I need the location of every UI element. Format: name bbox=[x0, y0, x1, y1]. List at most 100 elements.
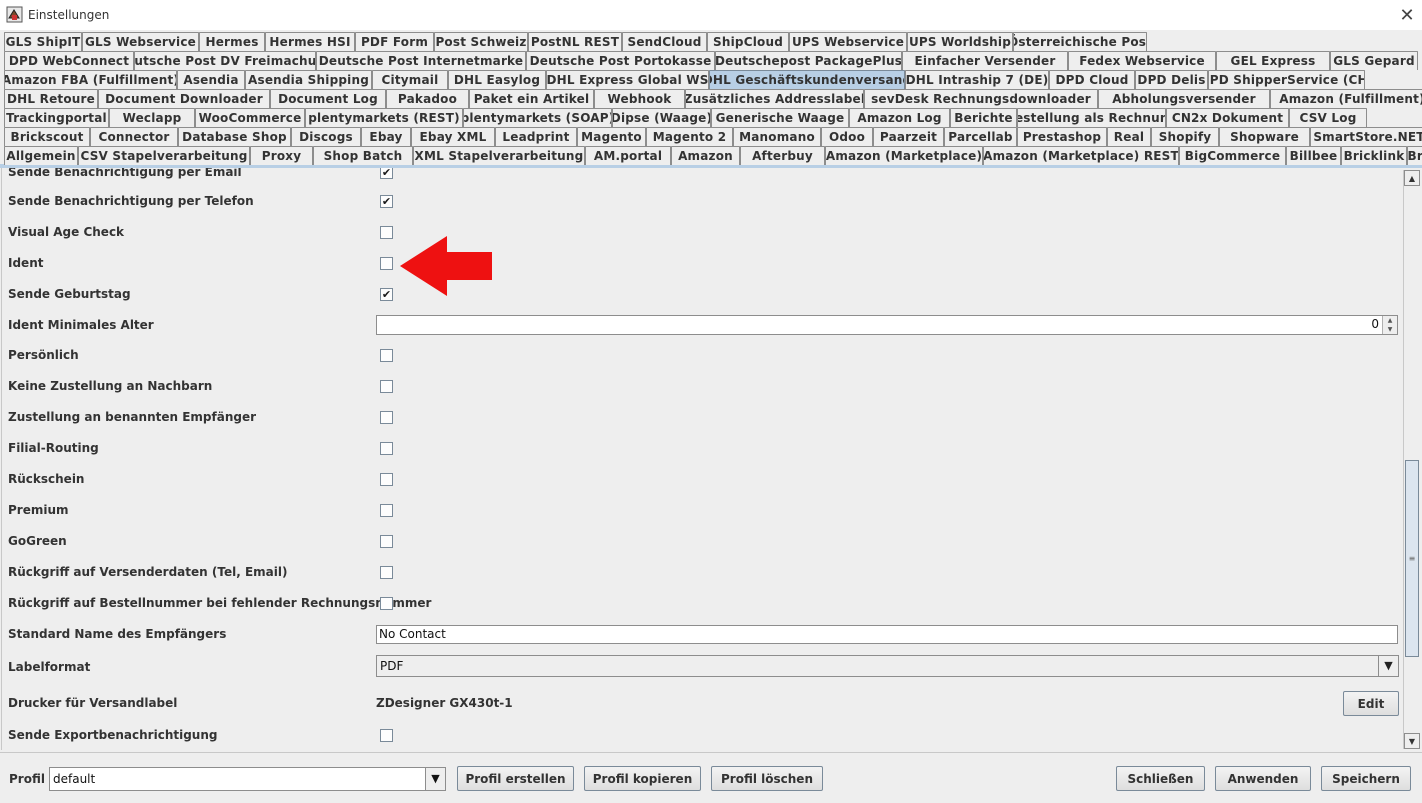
tab-deutsche-post-internetmarke[interactable]: Deutsche Post Internetmarke bbox=[316, 51, 526, 70]
tab-plentymarkets-soap[interactable]: plentymarkets (SOAP) bbox=[463, 108, 612, 127]
tab-fedex-webservice[interactable]: Fedex Webservice bbox=[1068, 51, 1216, 70]
tab-amazon-log[interactable]: Amazon Log bbox=[849, 108, 950, 127]
setting-checkbox[interactable] bbox=[380, 380, 393, 393]
scroll-up-icon[interactable]: ▲ bbox=[1404, 170, 1420, 186]
tab-brickowl[interactable]: Brickowl bbox=[1407, 146, 1422, 165]
tab-brickscout[interactable]: Brickscout bbox=[4, 127, 90, 146]
tab-weclapp[interactable]: Weclapp bbox=[109, 108, 195, 127]
setting-checkbox[interactable] bbox=[380, 535, 393, 548]
ident-checkbox[interactable] bbox=[380, 257, 393, 270]
tab-postnl-rest[interactable]: PostNL REST bbox=[528, 32, 622, 51]
delete-profile-button[interactable]: Profil löschen bbox=[711, 766, 823, 791]
tab-database-shop[interactable]: Database Shop bbox=[178, 127, 291, 146]
edit-printer-button[interactable]: Edit bbox=[1343, 691, 1399, 716]
setting-checkbox[interactable] bbox=[380, 473, 393, 486]
tab-smartstore-net[interactable]: SmartStore.NET bbox=[1310, 127, 1422, 146]
tab-magento-2[interactable]: Magento 2 bbox=[646, 127, 733, 146]
copy-profile-button[interactable]: Profil kopieren bbox=[584, 766, 701, 791]
setting-checkbox[interactable] bbox=[380, 411, 393, 424]
tab-allgemein[interactable]: Allgemein bbox=[4, 146, 78, 165]
tab-billbee[interactable]: Billbee bbox=[1286, 146, 1341, 165]
tab-odoo[interactable]: Odoo bbox=[821, 127, 873, 146]
tab-sevdesk-rechnungsdownloader[interactable]: sevDesk Rechnungsdownloader bbox=[864, 89, 1098, 108]
close-window-button[interactable]: ✕ bbox=[1392, 0, 1422, 30]
tab-shop-batch[interactable]: Shop Batch bbox=[313, 146, 413, 165]
tab-hermes[interactable]: Hermes bbox=[199, 32, 265, 51]
tab-dpd-webconnect[interactable]: DPD WebConnect bbox=[4, 51, 134, 70]
tab-ebay-xml[interactable]: Ebay XML bbox=[411, 127, 495, 146]
min-age-spinner[interactable]: 0 ▲ ▼ bbox=[376, 315, 1398, 335]
recipient-name-input[interactable]: No Contact bbox=[376, 625, 1398, 644]
tab-shopify[interactable]: Shopify bbox=[1151, 127, 1219, 146]
chevron-down-icon[interactable]: ▼ bbox=[1378, 656, 1398, 676]
tab-shipcloud[interactable]: ShipCloud bbox=[707, 32, 789, 51]
tab-deutsche-post-portokasse[interactable]: Deutsche Post Portokasse bbox=[526, 51, 715, 70]
tab-gls-webservice[interactable]: GLS Webservice bbox=[82, 32, 199, 51]
tab-csv-stapelverarbeitung[interactable]: CSV Stapelverarbeitung bbox=[78, 146, 250, 165]
tab-post-schweiz[interactable]: Post Schweiz bbox=[434, 32, 528, 51]
tab-ebay[interactable]: Ebay bbox=[361, 127, 411, 146]
tab-abholungsversender[interactable]: Abholungsversender bbox=[1098, 89, 1270, 108]
tab-cn2x-dokument[interactable]: CN2x Dokument bbox=[1166, 108, 1289, 127]
tab-bigcommerce[interactable]: BigCommerce bbox=[1179, 146, 1286, 165]
tab-afterbuy[interactable]: Afterbuy bbox=[740, 146, 825, 165]
tab-woocommerce[interactable]: WooCommerce bbox=[195, 108, 305, 127]
tab-pakadoo[interactable]: Pakadoo bbox=[386, 89, 469, 108]
tab-plentymarkets-rest[interactable]: plentymarkets (REST) bbox=[305, 108, 463, 127]
close-button[interactable]: Schließen bbox=[1116, 766, 1205, 791]
scroll-down-icon[interactable]: ▼ bbox=[1404, 733, 1420, 749]
tab-zusätzliches-addresslabel[interactable]: Zusätzliches Addresslabel bbox=[685, 89, 864, 108]
tab-sendcloud[interactable]: SendCloud bbox=[622, 32, 707, 51]
tab-citymail[interactable]: Citymail bbox=[372, 70, 448, 89]
profil-select[interactable]: default ▼ bbox=[49, 767, 446, 791]
tab-proxy[interactable]: Proxy bbox=[250, 146, 313, 165]
tab-dhl-intraship-7-de[interactable]: DHL Intraship 7 (DE) bbox=[905, 70, 1049, 89]
tab-bestellung-als-rechnung[interactable]: Bestellung als Rechnung bbox=[1017, 108, 1166, 127]
tab-gel-express[interactable]: GEL Express bbox=[1216, 51, 1330, 70]
spinner-up-icon[interactable]: ▲ bbox=[1383, 316, 1397, 325]
tab-deutsche-post-dv-freimachung[interactable]: Deutsche Post DV Freimachung bbox=[134, 51, 316, 70]
tab-dpd-cloud[interactable]: DPD Cloud bbox=[1049, 70, 1135, 89]
tab-manomano[interactable]: Manomano bbox=[733, 127, 821, 146]
save-button[interactable]: Speichern bbox=[1321, 766, 1411, 791]
tab-einfacher-versender[interactable]: Einfacher Versender bbox=[902, 51, 1068, 70]
labelformat-select[interactable]: PDF ▼ bbox=[376, 655, 1399, 677]
tab-gls-gepard[interactable]: GLS Gepard bbox=[1330, 51, 1418, 70]
chevron-down-icon[interactable]: ▼ bbox=[425, 768, 445, 790]
setting-checkbox[interactable]: ✔ bbox=[380, 168, 393, 179]
tab-bricklink[interactable]: Bricklink bbox=[1341, 146, 1407, 165]
tab-berichte[interactable]: Berichte bbox=[950, 108, 1017, 127]
tab-amazon-marketplace-rest[interactable]: Amazon (Marketplace) REST bbox=[983, 146, 1179, 165]
apply-button[interactable]: Anwenden bbox=[1215, 766, 1311, 791]
tab-shopware[interactable]: Shopware bbox=[1219, 127, 1310, 146]
tab-connector[interactable]: Connector bbox=[90, 127, 178, 146]
setting-checkbox[interactable] bbox=[380, 597, 393, 610]
tab-magento[interactable]: Magento bbox=[577, 127, 646, 146]
tab-document-downloader[interactable]: Document Downloader bbox=[98, 89, 270, 108]
setting-checkbox[interactable] bbox=[380, 442, 393, 455]
tab-real[interactable]: Real bbox=[1107, 127, 1151, 146]
tab-paket-ein-artikel[interactable]: Paket ein Artikel bbox=[469, 89, 594, 108]
tab-document-log[interactable]: Document Log bbox=[270, 89, 386, 108]
tab-dhl-easylog[interactable]: DHL Easylog bbox=[448, 70, 546, 89]
tab-ups-webservice[interactable]: UPS Webservice bbox=[789, 32, 907, 51]
setting-checkbox[interactable] bbox=[380, 504, 393, 517]
tab-discogs[interactable]: Discogs bbox=[291, 127, 361, 146]
tab-asendia-shipping[interactable]: Asendia Shipping bbox=[245, 70, 372, 89]
tab-generische-waage[interactable]: Generische Waage bbox=[711, 108, 849, 127]
tab-dpd-delis[interactable]: DPD Delis bbox=[1135, 70, 1208, 89]
tab-dhl-express-global-ws[interactable]: DHL Express Global WS bbox=[546, 70, 709, 89]
tab-xml-stapelverarbeitung[interactable]: XML Stapelverarbeitung bbox=[413, 146, 585, 165]
tab-amazon[interactable]: Amazon bbox=[671, 146, 740, 165]
tab-parcellab[interactable]: Parcellab bbox=[944, 127, 1017, 146]
setting-checkbox[interactable] bbox=[380, 729, 393, 742]
tab-prestashop[interactable]: Prestashop bbox=[1017, 127, 1107, 146]
tab-amazon-marketplace[interactable]: Amazon (Marketplace) bbox=[825, 146, 983, 165]
tab-ups-worldship[interactable]: UPS Worldship bbox=[907, 32, 1013, 51]
tab-paarzeit[interactable]: Paarzeit bbox=[873, 127, 944, 146]
tab-dhl-retoure[interactable]: DHL Retoure bbox=[4, 89, 98, 108]
tab-deutschepost-packageplus[interactable]: Deutschepost PackagePlus bbox=[715, 51, 902, 70]
tab-pdf-form[interactable]: PDF Form bbox=[355, 32, 434, 51]
setting-checkbox[interactable]: ✔ bbox=[380, 195, 393, 208]
tab-leadprint[interactable]: Leadprint bbox=[495, 127, 577, 146]
